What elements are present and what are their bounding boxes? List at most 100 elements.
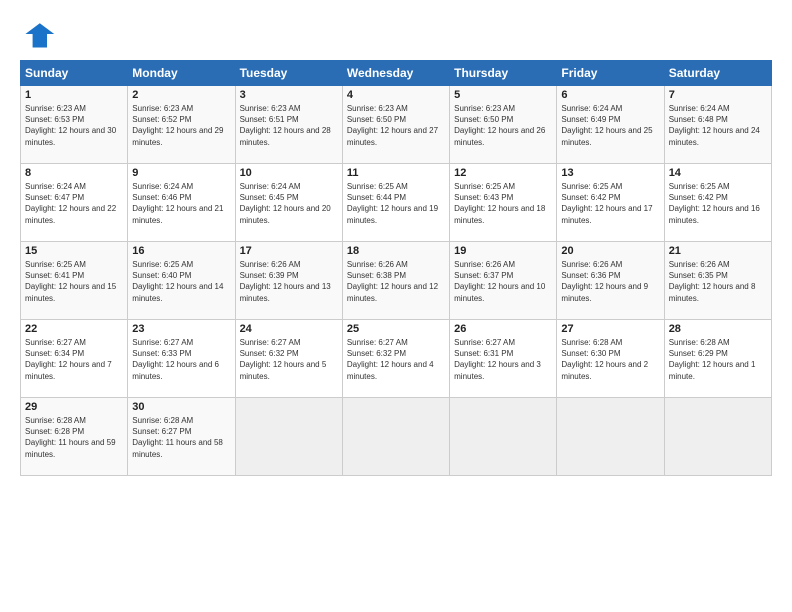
day-cell: 13Sunrise: 6:25 AM Sunset: 6:42 PM Dayli…	[557, 164, 664, 242]
day-info: Sunrise: 6:27 AM Sunset: 6:32 PM Dayligh…	[347, 337, 445, 382]
day-number: 15	[25, 245, 123, 257]
day-number: 6	[561, 89, 659, 101]
day-number: 10	[240, 167, 338, 179]
day-info: Sunrise: 6:24 AM Sunset: 6:45 PM Dayligh…	[240, 181, 338, 226]
day-number: 9	[132, 167, 230, 179]
day-info: Sunrise: 6:23 AM Sunset: 6:50 PM Dayligh…	[454, 103, 552, 148]
day-number: 13	[561, 167, 659, 179]
day-info: Sunrise: 6:25 AM Sunset: 6:44 PM Dayligh…	[347, 181, 445, 226]
day-info: Sunrise: 6:27 AM Sunset: 6:32 PM Dayligh…	[240, 337, 338, 382]
week-row-4: 29 Sunrise: 6:28 AM Sunset: 6:28 PM Dayli…	[21, 398, 772, 476]
day-info: Sunrise: 6:24 AM Sunset: 6:46 PM Dayligh…	[132, 181, 230, 226]
logo-icon	[20, 16, 56, 52]
day-cell: 6 Sunrise: 6:24 AM Sunset: 6:49 PM Daylig…	[557, 86, 664, 164]
day-number: 1	[25, 89, 123, 101]
day-info: Sunrise: 6:26 AM Sunset: 6:35 PM Dayligh…	[669, 259, 767, 304]
day-info: Sunrise: 6:28 AM Sunset: 6:29 PM Dayligh…	[669, 337, 767, 382]
day-number: 22	[25, 323, 123, 335]
day-cell: 21Sunrise: 6:26 AM Sunset: 6:35 PM Dayli…	[664, 242, 771, 320]
day-cell: 30 Sunrise: 6:28 AM Sunset: 6:27 PM Dayli…	[128, 398, 235, 476]
day-cell: 26Sunrise: 6:27 AM Sunset: 6:31 PM Dayli…	[450, 320, 557, 398]
day-number: 19	[454, 245, 552, 257]
day-cell	[664, 398, 771, 476]
day-info: Sunrise: 6:26 AM Sunset: 6:37 PM Dayligh…	[454, 259, 552, 304]
day-number: 2	[132, 89, 230, 101]
day-number: 4	[347, 89, 445, 101]
day-number: 20	[561, 245, 659, 257]
day-info: Sunrise: 6:23 AM Sunset: 6:51 PM Dayligh…	[240, 103, 338, 148]
day-cell: 22Sunrise: 6:27 AM Sunset: 6:34 PM Dayli…	[21, 320, 128, 398]
day-info: Sunrise: 6:26 AM Sunset: 6:38 PM Dayligh…	[347, 259, 445, 304]
day-number: 14	[669, 167, 767, 179]
day-cell: 27Sunrise: 6:28 AM Sunset: 6:30 PM Dayli…	[557, 320, 664, 398]
day-info: Sunrise: 6:23 AM Sunset: 6:50 PM Dayligh…	[347, 103, 445, 148]
header-cell-friday: Friday	[557, 61, 664, 86]
day-cell: 15 Sunrise: 6:25 AM Sunset: 6:41 PM Dayli…	[21, 242, 128, 320]
day-cell: 9 Sunrise: 6:24 AM Sunset: 6:46 PM Daylig…	[128, 164, 235, 242]
day-cell: 18 Sunrise: 6:26 AM Sunset: 6:38 PM Dayli…	[342, 242, 449, 320]
day-cell	[557, 398, 664, 476]
day-info: Sunrise: 6:26 AM Sunset: 6:39 PM Dayligh…	[240, 259, 338, 304]
day-cell: 7 Sunrise: 6:24 AM Sunset: 6:48 PM Daylig…	[664, 86, 771, 164]
day-info: Sunrise: 6:25 AM Sunset: 6:42 PM Dayligh…	[669, 181, 767, 226]
day-cell: 28 Sunrise: 6:28 AM Sunset: 6:29 PM Dayli…	[664, 320, 771, 398]
day-cell: 10 Sunrise: 6:24 AM Sunset: 6:45 PM Dayli…	[235, 164, 342, 242]
day-number: 27	[561, 323, 659, 335]
day-number: 7	[669, 89, 767, 101]
week-row-3: 22Sunrise: 6:27 AM Sunset: 6:34 PM Dayli…	[21, 320, 772, 398]
day-cell: 19 Sunrise: 6:26 AM Sunset: 6:37 PM Dayli…	[450, 242, 557, 320]
day-number: 16	[132, 245, 230, 257]
day-cell: 8Sunrise: 6:24 AM Sunset: 6:47 PM Daylig…	[21, 164, 128, 242]
logo	[20, 16, 60, 52]
header-cell-tuesday: Tuesday	[235, 61, 342, 86]
day-cell: 24 Sunrise: 6:27 AM Sunset: 6:32 PM Dayli…	[235, 320, 342, 398]
day-number: 11	[347, 167, 445, 179]
calendar-table: SundayMondayTuesdayWednesdayThursdayFrid…	[20, 60, 772, 476]
day-number: 30	[132, 401, 230, 413]
day-cell	[450, 398, 557, 476]
day-cell: 2 Sunrise: 6:23 AM Sunset: 6:52 PM Daylig…	[128, 86, 235, 164]
day-cell: 11 Sunrise: 6:25 AM Sunset: 6:44 PM Dayli…	[342, 164, 449, 242]
header	[20, 16, 772, 52]
day-cell: 16 Sunrise: 6:25 AM Sunset: 6:40 PM Dayli…	[128, 242, 235, 320]
day-number: 25	[347, 323, 445, 335]
day-info: Sunrise: 6:25 AM Sunset: 6:43 PM Dayligh…	[454, 181, 552, 226]
header-cell-saturday: Saturday	[664, 61, 771, 86]
day-number: 24	[240, 323, 338, 335]
day-cell: 3 Sunrise: 6:23 AM Sunset: 6:51 PM Daylig…	[235, 86, 342, 164]
day-info: Sunrise: 6:23 AM Sunset: 6:52 PM Dayligh…	[132, 103, 230, 148]
day-cell	[235, 398, 342, 476]
day-info: Sunrise: 6:25 AM Sunset: 6:41 PM Dayligh…	[25, 259, 123, 304]
day-info: Sunrise: 6:27 AM Sunset: 6:33 PM Dayligh…	[132, 337, 230, 382]
page: SundayMondayTuesdayWednesdayThursdayFrid…	[0, 0, 792, 486]
day-info: Sunrise: 6:24 AM Sunset: 6:48 PM Dayligh…	[669, 103, 767, 148]
day-number: 8	[25, 167, 123, 179]
week-row-1: 8Sunrise: 6:24 AM Sunset: 6:47 PM Daylig…	[21, 164, 772, 242]
day-number: 29	[25, 401, 123, 413]
day-number: 5	[454, 89, 552, 101]
day-info: Sunrise: 6:23 AM Sunset: 6:53 PM Dayligh…	[25, 103, 123, 148]
header-cell-sunday: Sunday	[21, 61, 128, 86]
day-cell: 25 Sunrise: 6:27 AM Sunset: 6:32 PM Dayli…	[342, 320, 449, 398]
header-cell-wednesday: Wednesday	[342, 61, 449, 86]
day-info: Sunrise: 6:24 AM Sunset: 6:49 PM Dayligh…	[561, 103, 659, 148]
day-number: 23	[132, 323, 230, 335]
day-number: 12	[454, 167, 552, 179]
day-info: Sunrise: 6:27 AM Sunset: 6:31 PM Dayligh…	[454, 337, 552, 382]
day-info: Sunrise: 6:25 AM Sunset: 6:40 PM Dayligh…	[132, 259, 230, 304]
day-cell: 4 Sunrise: 6:23 AM Sunset: 6:50 PM Daylig…	[342, 86, 449, 164]
day-info: Sunrise: 6:28 AM Sunset: 6:27 PM Dayligh…	[132, 415, 230, 460]
day-cell: 20Sunrise: 6:26 AM Sunset: 6:36 PM Dayli…	[557, 242, 664, 320]
day-number: 28	[669, 323, 767, 335]
day-number: 3	[240, 89, 338, 101]
day-cell: 17Sunrise: 6:26 AM Sunset: 6:39 PM Dayli…	[235, 242, 342, 320]
day-number: 18	[347, 245, 445, 257]
week-row-0: 1 Sunrise: 6:23 AM Sunset: 6:53 PM Daylig…	[21, 86, 772, 164]
day-cell: 29 Sunrise: 6:28 AM Sunset: 6:28 PM Dayli…	[21, 398, 128, 476]
header-cell-monday: Monday	[128, 61, 235, 86]
week-row-2: 15 Sunrise: 6:25 AM Sunset: 6:41 PM Dayli…	[21, 242, 772, 320]
day-info: Sunrise: 6:28 AM Sunset: 6:28 PM Dayligh…	[25, 415, 123, 460]
header-row: SundayMondayTuesdayWednesdayThursdayFrid…	[21, 61, 772, 86]
day-cell: 23 Sunrise: 6:27 AM Sunset: 6:33 PM Dayli…	[128, 320, 235, 398]
day-cell: 5 Sunrise: 6:23 AM Sunset: 6:50 PM Daylig…	[450, 86, 557, 164]
